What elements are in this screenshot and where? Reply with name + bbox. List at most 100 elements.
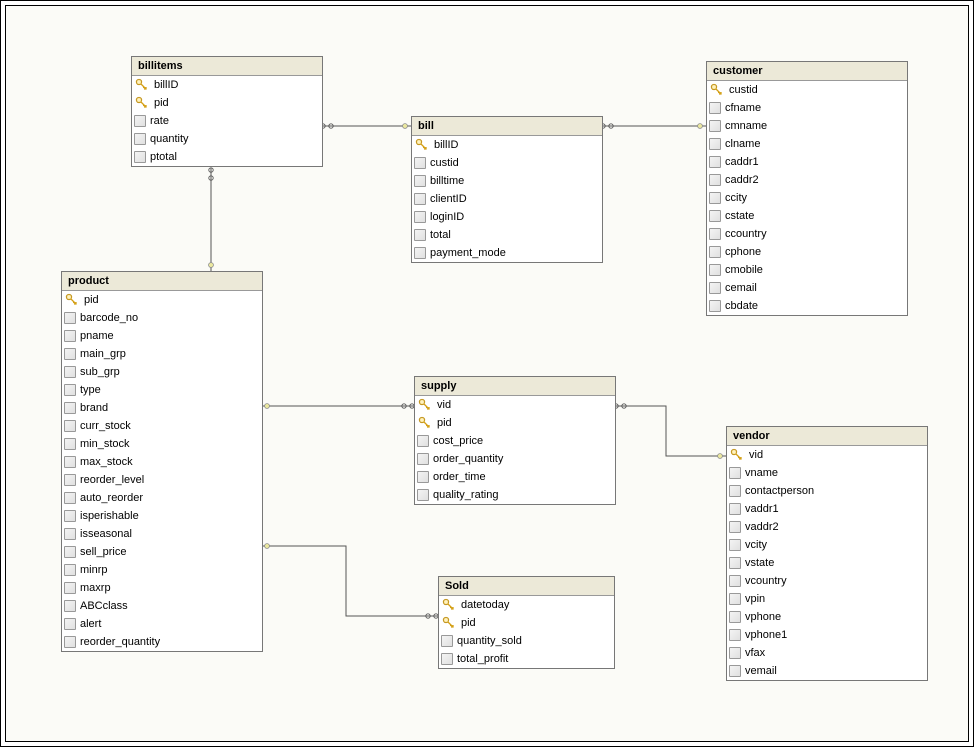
column-row[interactable]: type (62, 381, 262, 399)
column-name: vname (743, 467, 778, 479)
column-row[interactable]: vfax (727, 644, 927, 662)
column-row[interactable]: vphone1 (727, 626, 927, 644)
table-title[interactable]: bill (412, 117, 602, 136)
column-row[interactable]: isperishable (62, 507, 262, 525)
column-row[interactable]: clname (707, 135, 907, 153)
column-row[interactable]: caddr1 (707, 153, 907, 171)
column-row[interactable]: vaddr2 (727, 518, 927, 536)
column-row[interactable]: vcountry (727, 572, 927, 590)
column-row[interactable]: vaddr1 (727, 500, 927, 518)
column-name: cphone (723, 246, 761, 258)
column-row[interactable]: vcity (727, 536, 927, 554)
column-icon (64, 492, 76, 504)
table-title[interactable]: vendor (727, 427, 927, 446)
column-row[interactable]: vid (727, 446, 927, 464)
table-title[interactable]: supply (415, 377, 615, 396)
table-customer[interactable]: customercustidcfnamecmnameclnamecaddr1ca… (706, 61, 908, 316)
column-name: cost_price (431, 435, 483, 447)
column-row[interactable]: rate (132, 112, 322, 130)
column-row[interactable]: ptotal (132, 148, 322, 166)
column-row[interactable]: curr_stock (62, 417, 262, 435)
column-row[interactable]: loginID (412, 208, 602, 226)
column-row[interactable]: max_stock (62, 453, 262, 471)
column-row[interactable]: barcode_no (62, 309, 262, 327)
column-icon (709, 264, 721, 276)
column-row[interactable]: vphone (727, 608, 927, 626)
table-bill[interactable]: billbillIDcustidbilltimeclientIDloginIDt… (411, 116, 603, 263)
table-product[interactable]: productpidbarcode_nopnamemain_grpsub_grp… (61, 271, 263, 652)
column-name: ptotal (148, 151, 177, 163)
column-row[interactable]: quantity (132, 130, 322, 148)
column-row[interactable]: contactperson (727, 482, 927, 500)
column-row[interactable]: billID (412, 136, 602, 154)
column-row[interactable]: ccountry (707, 225, 907, 243)
column-row[interactable]: ABCclass (62, 597, 262, 615)
table-supply[interactable]: supplyvidpid cost_price order_quantityorde… (414, 376, 616, 505)
column-row[interactable]: auto_reorder (62, 489, 262, 507)
column-row[interactable]: pid (62, 291, 262, 309)
column-name: sell_price (78, 546, 126, 558)
column-row[interactable]: total_profit (439, 650, 614, 668)
column-row[interactable]: min_stock (62, 435, 262, 453)
column-row[interactable]: cbdate (707, 297, 907, 315)
column-row[interactable]: vemail (727, 662, 927, 680)
column-row[interactable]: sub_grp (62, 363, 262, 381)
column-row[interactable]: cfname (707, 99, 907, 117)
column-row[interactable]: datetoday (439, 596, 614, 614)
column-row[interactable]: isseasonal (62, 525, 262, 543)
column-row[interactable]: alert (62, 615, 262, 633)
column-row[interactable]: cstate (707, 207, 907, 225)
table-title[interactable]: product (62, 272, 262, 291)
table-title[interactable]: customer (707, 62, 907, 81)
column-row[interactable]: custid (707, 81, 907, 99)
column-row[interactable]: reorder_level (62, 471, 262, 489)
column-row[interactable]: clientID (412, 190, 602, 208)
column-row[interactable]: brand (62, 399, 262, 417)
column-icon (709, 102, 721, 114)
column-row[interactable]: order_time (415, 468, 615, 486)
column-row[interactable]: vstate (727, 554, 927, 572)
column-row[interactable]: billID (132, 76, 322, 94)
column-row[interactable]: cost_price (415, 432, 615, 450)
table-sold[interactable]: Solddatetodaypidquantity_soldtotal_profi… (438, 576, 615, 669)
column-row[interactable]: cmobile (707, 261, 907, 279)
column-row[interactable]: vid (415, 396, 615, 414)
column-icon (709, 138, 721, 150)
column-row[interactable]: order_quantity (415, 450, 615, 468)
column-row[interactable]: quantity_sold (439, 632, 614, 650)
column-row[interactable]: ccity (707, 189, 907, 207)
column-row[interactable]: minrp (62, 561, 262, 579)
column-row[interactable]: payment_mode (412, 244, 602, 262)
column-row[interactable]: reorder_quantity (62, 633, 262, 651)
column-row[interactable]: quality_rating (415, 486, 615, 504)
table-billitems[interactable]: billitemsbillIDpidratequantity ptotal (131, 56, 323, 167)
column-row[interactable]: cphone (707, 243, 907, 261)
column-row[interactable]: pid (132, 94, 322, 112)
column-row[interactable]: maxrp (62, 579, 262, 597)
table-vendor[interactable]: vendorvidvnamecontactpersonvaddr1vaddr2v… (726, 426, 928, 681)
table-title[interactable]: Sold (439, 577, 614, 596)
column-row[interactable]: vname (727, 464, 927, 482)
column-row[interactable]: pid (439, 614, 614, 632)
column-icon (64, 402, 76, 414)
column-row[interactable]: main_grp (62, 345, 262, 363)
column-row[interactable]: billtime (412, 172, 602, 190)
column-row[interactable]: total (412, 226, 602, 244)
column-name: vid (747, 449, 763, 461)
column-row[interactable]: cmname (707, 117, 907, 135)
column-name: type (78, 384, 101, 396)
column-row[interactable]: sell_price (62, 543, 262, 561)
primary-key-icon (729, 448, 745, 462)
table-title[interactable]: billitems (132, 57, 322, 76)
column-row[interactable]: vpin (727, 590, 927, 608)
column-name: max_stock (78, 456, 133, 468)
column-row[interactable]: cemail (707, 279, 907, 297)
relationship-line (261, 546, 438, 616)
column-row[interactable]: custid (412, 154, 602, 172)
column-row[interactable]: caddr2 (707, 171, 907, 189)
column-name: min_stock (78, 438, 130, 450)
column-name: minrp (78, 564, 108, 576)
column-row[interactable]: pid (415, 414, 615, 432)
column-row[interactable]: pname (62, 327, 262, 345)
column-icon (729, 665, 741, 677)
